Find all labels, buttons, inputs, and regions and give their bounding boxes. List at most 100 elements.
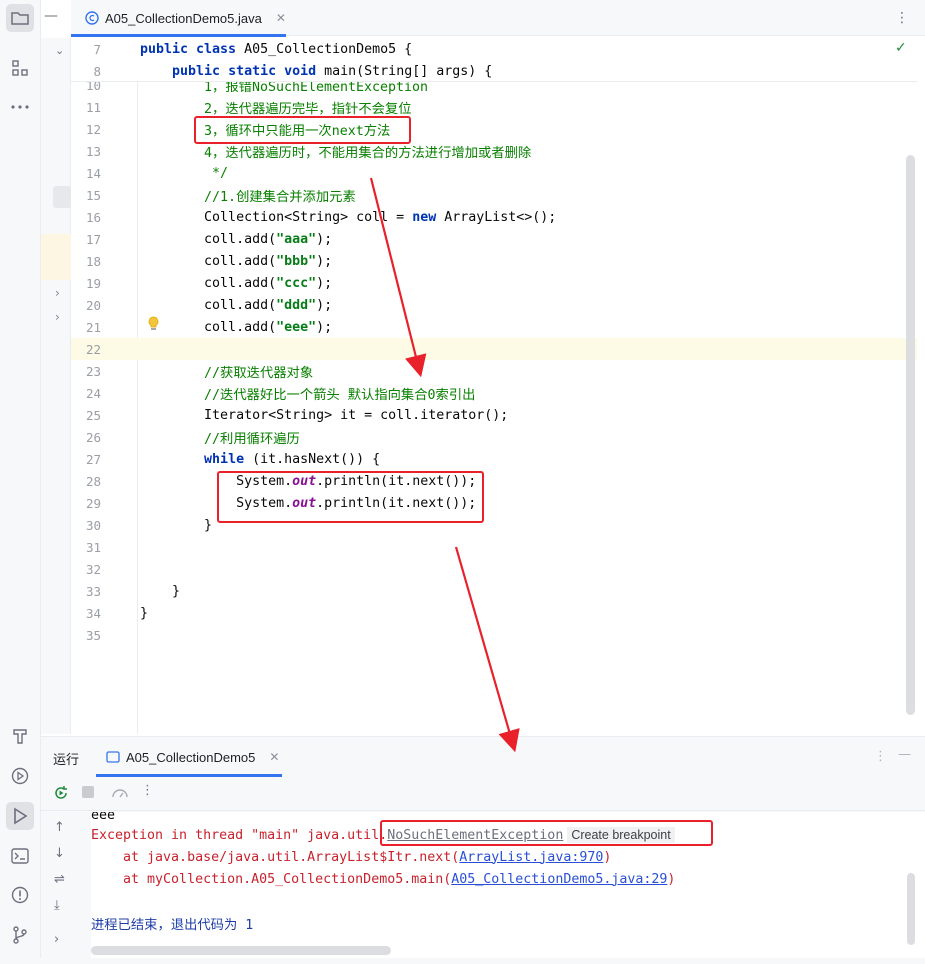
folder-icon[interactable] bbox=[6, 4, 34, 32]
code-line[interactable]: 18 coll.add("bbb"); bbox=[71, 250, 917, 272]
close-icon[interactable]: ✕ bbox=[269, 750, 279, 764]
build-icon[interactable] bbox=[6, 722, 34, 750]
minimize-icon[interactable]: — bbox=[44, 8, 58, 24]
code-line[interactable]: 25 Iterator<String> it = coll.iterator()… bbox=[71, 404, 917, 426]
java-class-icon bbox=[85, 11, 99, 25]
editor-tab-bar: A05_CollectionDemo5.java ✕ ⋮ bbox=[71, 0, 925, 37]
run-tab[interactable]: A05_CollectionDemo5 ✕ bbox=[96, 737, 282, 777]
code-line[interactable]: 28 System.out.println(it.next()); bbox=[71, 470, 917, 492]
code-text: coll.add("ccc"); bbox=[140, 276, 332, 291]
code-line[interactable]: 16 Collection<String> coll = new ArrayLi… bbox=[71, 206, 917, 228]
code-line[interactable]: 8 public static void main(String[] args)… bbox=[71, 60, 917, 82]
collapsed-panel-tab[interactable] bbox=[53, 186, 71, 208]
trace2-suffix: ) bbox=[667, 871, 676, 887]
code-token: "ccc" bbox=[276, 275, 317, 291]
lightbulb-icon[interactable] bbox=[148, 316, 159, 330]
trace1-link[interactable]: ArrayList.java:970 bbox=[459, 850, 603, 865]
structure-icon[interactable] bbox=[6, 54, 34, 82]
code-token: Collection<String> coll = bbox=[140, 209, 413, 225]
code-token: (it.hasNext()) { bbox=[252, 451, 381, 467]
more-vertical-icon[interactable]: ⋮ bbox=[141, 783, 154, 798]
code-line[interactable]: 31 bbox=[71, 536, 917, 558]
down-icon[interactable]: ↓ bbox=[54, 846, 65, 861]
code-line[interactable]: 17 coll.add("aaa"); bbox=[71, 228, 917, 250]
console-trace-line-1: at java.base/java.util.ArrayList$Itr.nex… bbox=[91, 846, 611, 868]
check-icon[interactable]: ✓ bbox=[895, 40, 907, 56]
code-token: "bbb" bbox=[276, 253, 317, 269]
code-token: 4，迭代器遍历时，不能用集合的方法进行增加或者删除 bbox=[140, 145, 532, 161]
console-trace-line-2: at myCollection.A05_CollectionDemo5.main… bbox=[91, 868, 675, 890]
run-tab-label: A05_CollectionDemo5 bbox=[126, 749, 256, 765]
close-icon[interactable]: ✕ bbox=[276, 11, 286, 25]
run-icon[interactable] bbox=[6, 802, 34, 830]
code-line[interactable]: 21 coll.add("eee"); bbox=[71, 316, 917, 338]
code-line[interactable]: 26 //利用循环遍历 bbox=[71, 426, 917, 448]
console-horizontal-scrollbar[interactable] bbox=[91, 946, 391, 955]
code-token: ); bbox=[316, 319, 333, 335]
code-text: public static void main(String[] args) { bbox=[140, 64, 492, 79]
code-token: ); bbox=[316, 275, 333, 291]
up-icon[interactable]: ↑ bbox=[54, 820, 65, 835]
problems-icon[interactable] bbox=[6, 881, 34, 909]
code-line[interactable]: 11 2，迭代器遍历完毕，指针不会复位 bbox=[71, 96, 917, 118]
code-token: } bbox=[140, 583, 181, 599]
line-number: 27 bbox=[85, 451, 101, 467]
code-token: public class bbox=[140, 41, 245, 57]
code-line[interactable]: 33 } bbox=[71, 580, 917, 602]
chevron-down-icon[interactable]: ⌄ bbox=[55, 44, 64, 57]
line-number: 14 bbox=[85, 165, 101, 181]
scroll-end-icon[interactable]: ⤓ bbox=[54, 898, 60, 913]
code-token: A05_CollectionDemo5 { bbox=[244, 41, 413, 57]
code-text: coll.add("aaa"); bbox=[140, 232, 332, 247]
console-vertical-scrollbar[interactable] bbox=[907, 873, 915, 945]
stop-icon[interactable] bbox=[81, 785, 95, 799]
annotation-box-next-once bbox=[194, 116, 411, 144]
trace1-suffix: ) bbox=[603, 849, 612, 865]
services-icon[interactable] bbox=[6, 762, 34, 790]
code-token: ); bbox=[316, 253, 333, 269]
code-line[interactable]: 29 System.out.println(it.next()); bbox=[71, 492, 917, 514]
code-line[interactable]: 19 coll.add("ccc"); bbox=[71, 272, 917, 294]
code-line[interactable]: 22 bbox=[71, 338, 917, 360]
line-number: 12 bbox=[85, 121, 101, 137]
trace2-link[interactable]: A05_CollectionDemo5.java:29 bbox=[451, 872, 667, 887]
code-line[interactable]: 34} bbox=[71, 602, 917, 624]
code-line[interactable]: 30 } bbox=[71, 514, 917, 536]
git-icon[interactable] bbox=[6, 921, 34, 949]
wrap-icon[interactable]: ⇌ bbox=[54, 872, 65, 887]
code-line[interactable]: 27 while (it.hasNext()) { bbox=[71, 448, 917, 470]
line-number: 31 bbox=[85, 539, 101, 555]
line-number: 19 bbox=[85, 275, 101, 291]
settings-icon[interactable] bbox=[111, 785, 129, 801]
run-toolbar: ⋮ bbox=[41, 777, 925, 811]
status-bar bbox=[0, 958, 925, 964]
chevron-right-icon[interactable]: › bbox=[55, 286, 60, 300]
code-line[interactable]: 20 coll.add("ddd"); bbox=[71, 294, 917, 316]
code-token: new bbox=[412, 209, 445, 225]
code-line[interactable]: 23 //获取迭代器对象 bbox=[71, 360, 917, 382]
more-vertical-icon[interactable]: ⋮ bbox=[895, 10, 909, 26]
more-vertical-icon[interactable]: ⋮ bbox=[874, 749, 887, 764]
code-text: public class A05_CollectionDemo5 { bbox=[140, 42, 412, 57]
chevron-right-icon[interactable]: › bbox=[54, 932, 59, 947]
editor-vertical-scrollbar[interactable] bbox=[906, 155, 915, 715]
code-line[interactable]: 14 */ bbox=[71, 162, 917, 184]
code-token: coll.add( bbox=[140, 297, 277, 313]
line-number: 25 bbox=[85, 407, 101, 423]
code-text: //迭代器好比一个箭头 默认指向集合0索引出 bbox=[140, 384, 475, 403]
minimize-icon[interactable]: — bbox=[898, 747, 911, 762]
code-token: while bbox=[204, 451, 253, 467]
chevron-right-icon[interactable]: › bbox=[55, 310, 60, 324]
code-line[interactable]: 35 bbox=[71, 624, 917, 646]
code-token: //利用循环遍历 bbox=[140, 431, 300, 447]
code-line[interactable]: 24 //迭代器好比一个箭头 默认指向集合0索引出 bbox=[71, 382, 917, 404]
code-line[interactable]: 32 bbox=[71, 558, 917, 580]
terminal-icon[interactable] bbox=[6, 842, 34, 870]
code-line[interactable]: 7 public class A05_CollectionDemo5 { bbox=[71, 38, 917, 60]
line-number: 30 bbox=[85, 517, 101, 533]
code-line[interactable]: 15 //1.创建集合并添加元素 bbox=[71, 184, 917, 206]
rerun-icon[interactable] bbox=[53, 785, 69, 801]
trace2-prefix: at myCollection.A05_CollectionDemo5.main… bbox=[91, 871, 452, 887]
more-icon[interactable] bbox=[6, 93, 34, 121]
editor-tab[interactable]: A05_CollectionDemo5.java ✕ bbox=[71, 0, 286, 37]
